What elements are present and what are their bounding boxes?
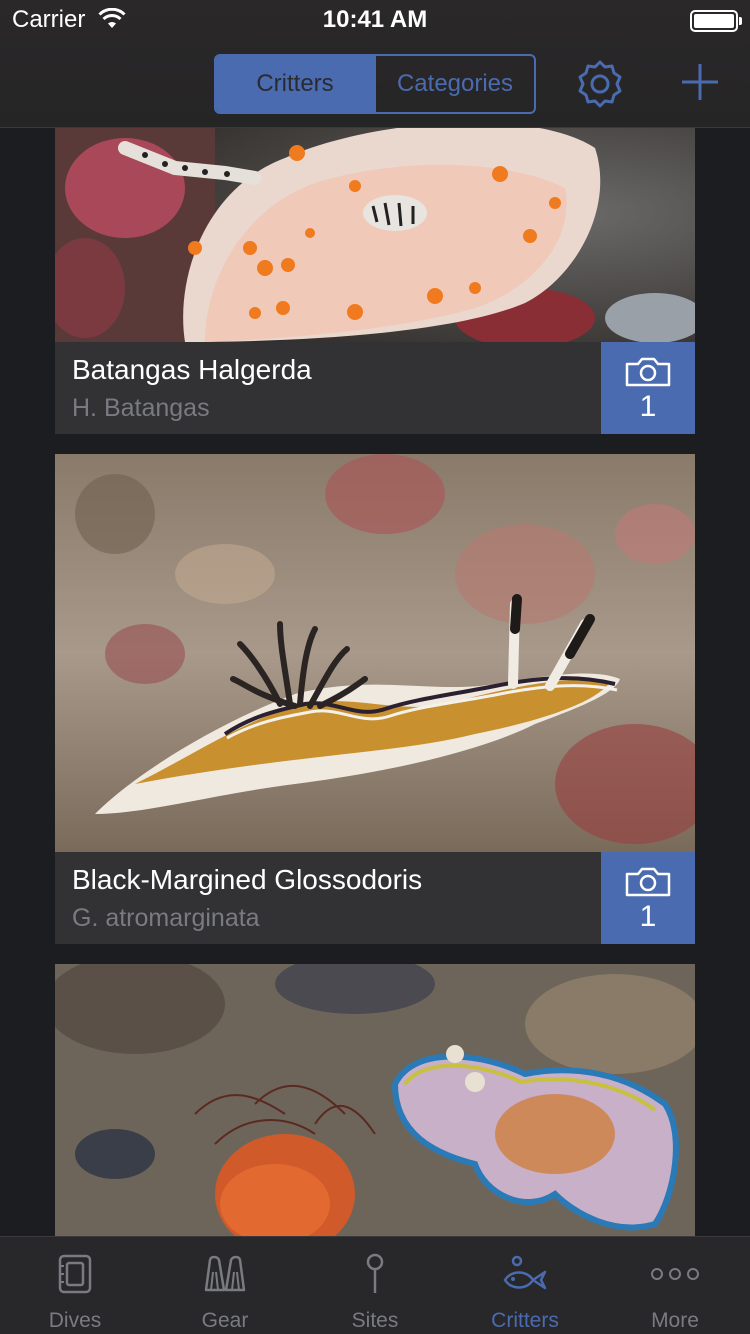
photo-count-button[interactable]: 1	[601, 852, 695, 944]
tab-label: More	[651, 1309, 699, 1332]
photo-count: 1	[639, 390, 657, 423]
camera-icon	[625, 357, 671, 387]
critters-categories-segmented-control: Critters Categories	[214, 54, 536, 114]
more-dots-icon	[651, 1268, 699, 1280]
tab-label: Dives	[48, 1309, 102, 1332]
critter-common-name: Black-Margined Glossodoris	[72, 864, 423, 895]
critter-photo	[55, 454, 695, 852]
tab-label: Critters	[491, 1309, 559, 1332]
photo-count-button[interactable]: 1	[601, 342, 695, 434]
tab-label: Sites	[351, 1309, 399, 1332]
status-bar: Carrier 10:41 AM	[0, 0, 750, 40]
critter-list[interactable]: Batangas Halgerda H. Batangas 1 Black-Ma…	[0, 128, 750, 1236]
tab-bar: Dives Gear Sites Critters More	[0, 1236, 750, 1334]
dive-log-icon	[58, 1254, 92, 1294]
tab-dives[interactable]: Dives	[0, 1237, 150, 1334]
camera-icon	[625, 867, 671, 897]
critter-caption: Batangas Halgerda H. Batangas 1	[55, 342, 695, 434]
fins-icon	[204, 1255, 246, 1292]
tab-gear[interactable]: Gear	[150, 1237, 300, 1334]
segment-categories[interactable]: Categories	[374, 56, 534, 112]
critter-card[interactable]	[55, 964, 695, 1236]
pin-icon	[366, 1253, 384, 1293]
add-critter-button[interactable]	[678, 60, 722, 104]
battery-icon	[690, 10, 742, 32]
tab-more[interactable]: More	[600, 1237, 750, 1334]
plus-icon	[682, 64, 718, 100]
critter-caption: Black-Margined Glossodoris G. atromargin…	[55, 852, 695, 944]
tab-critters[interactable]: Critters	[450, 1237, 600, 1334]
critter-card[interactable]: Batangas Halgerda H. Batangas 1	[55, 128, 695, 434]
navigation-bar: Carrier 10:41 AM Critters Categories	[0, 0, 750, 128]
photo-count: 1	[639, 900, 657, 933]
critter-photo	[55, 128, 695, 342]
segment-critters[interactable]: Critters	[216, 56, 374, 112]
critter-common-name: Batangas Halgerda	[72, 354, 312, 385]
tab-sites[interactable]: Sites	[300, 1237, 450, 1334]
fish-icon	[503, 1255, 547, 1290]
critter-photo	[55, 964, 695, 1236]
tab-label: Gear	[201, 1309, 249, 1332]
critter-scientific-name: G. atromarginata	[72, 904, 260, 932]
gear-icon	[578, 60, 622, 108]
critter-card[interactable]: Black-Margined Glossodoris G. atromargin…	[55, 454, 695, 944]
clock: 10:41 AM	[322, 6, 428, 33]
settings-button[interactable]	[574, 58, 626, 110]
critter-scientific-name: H. Batangas	[72, 394, 210, 422]
